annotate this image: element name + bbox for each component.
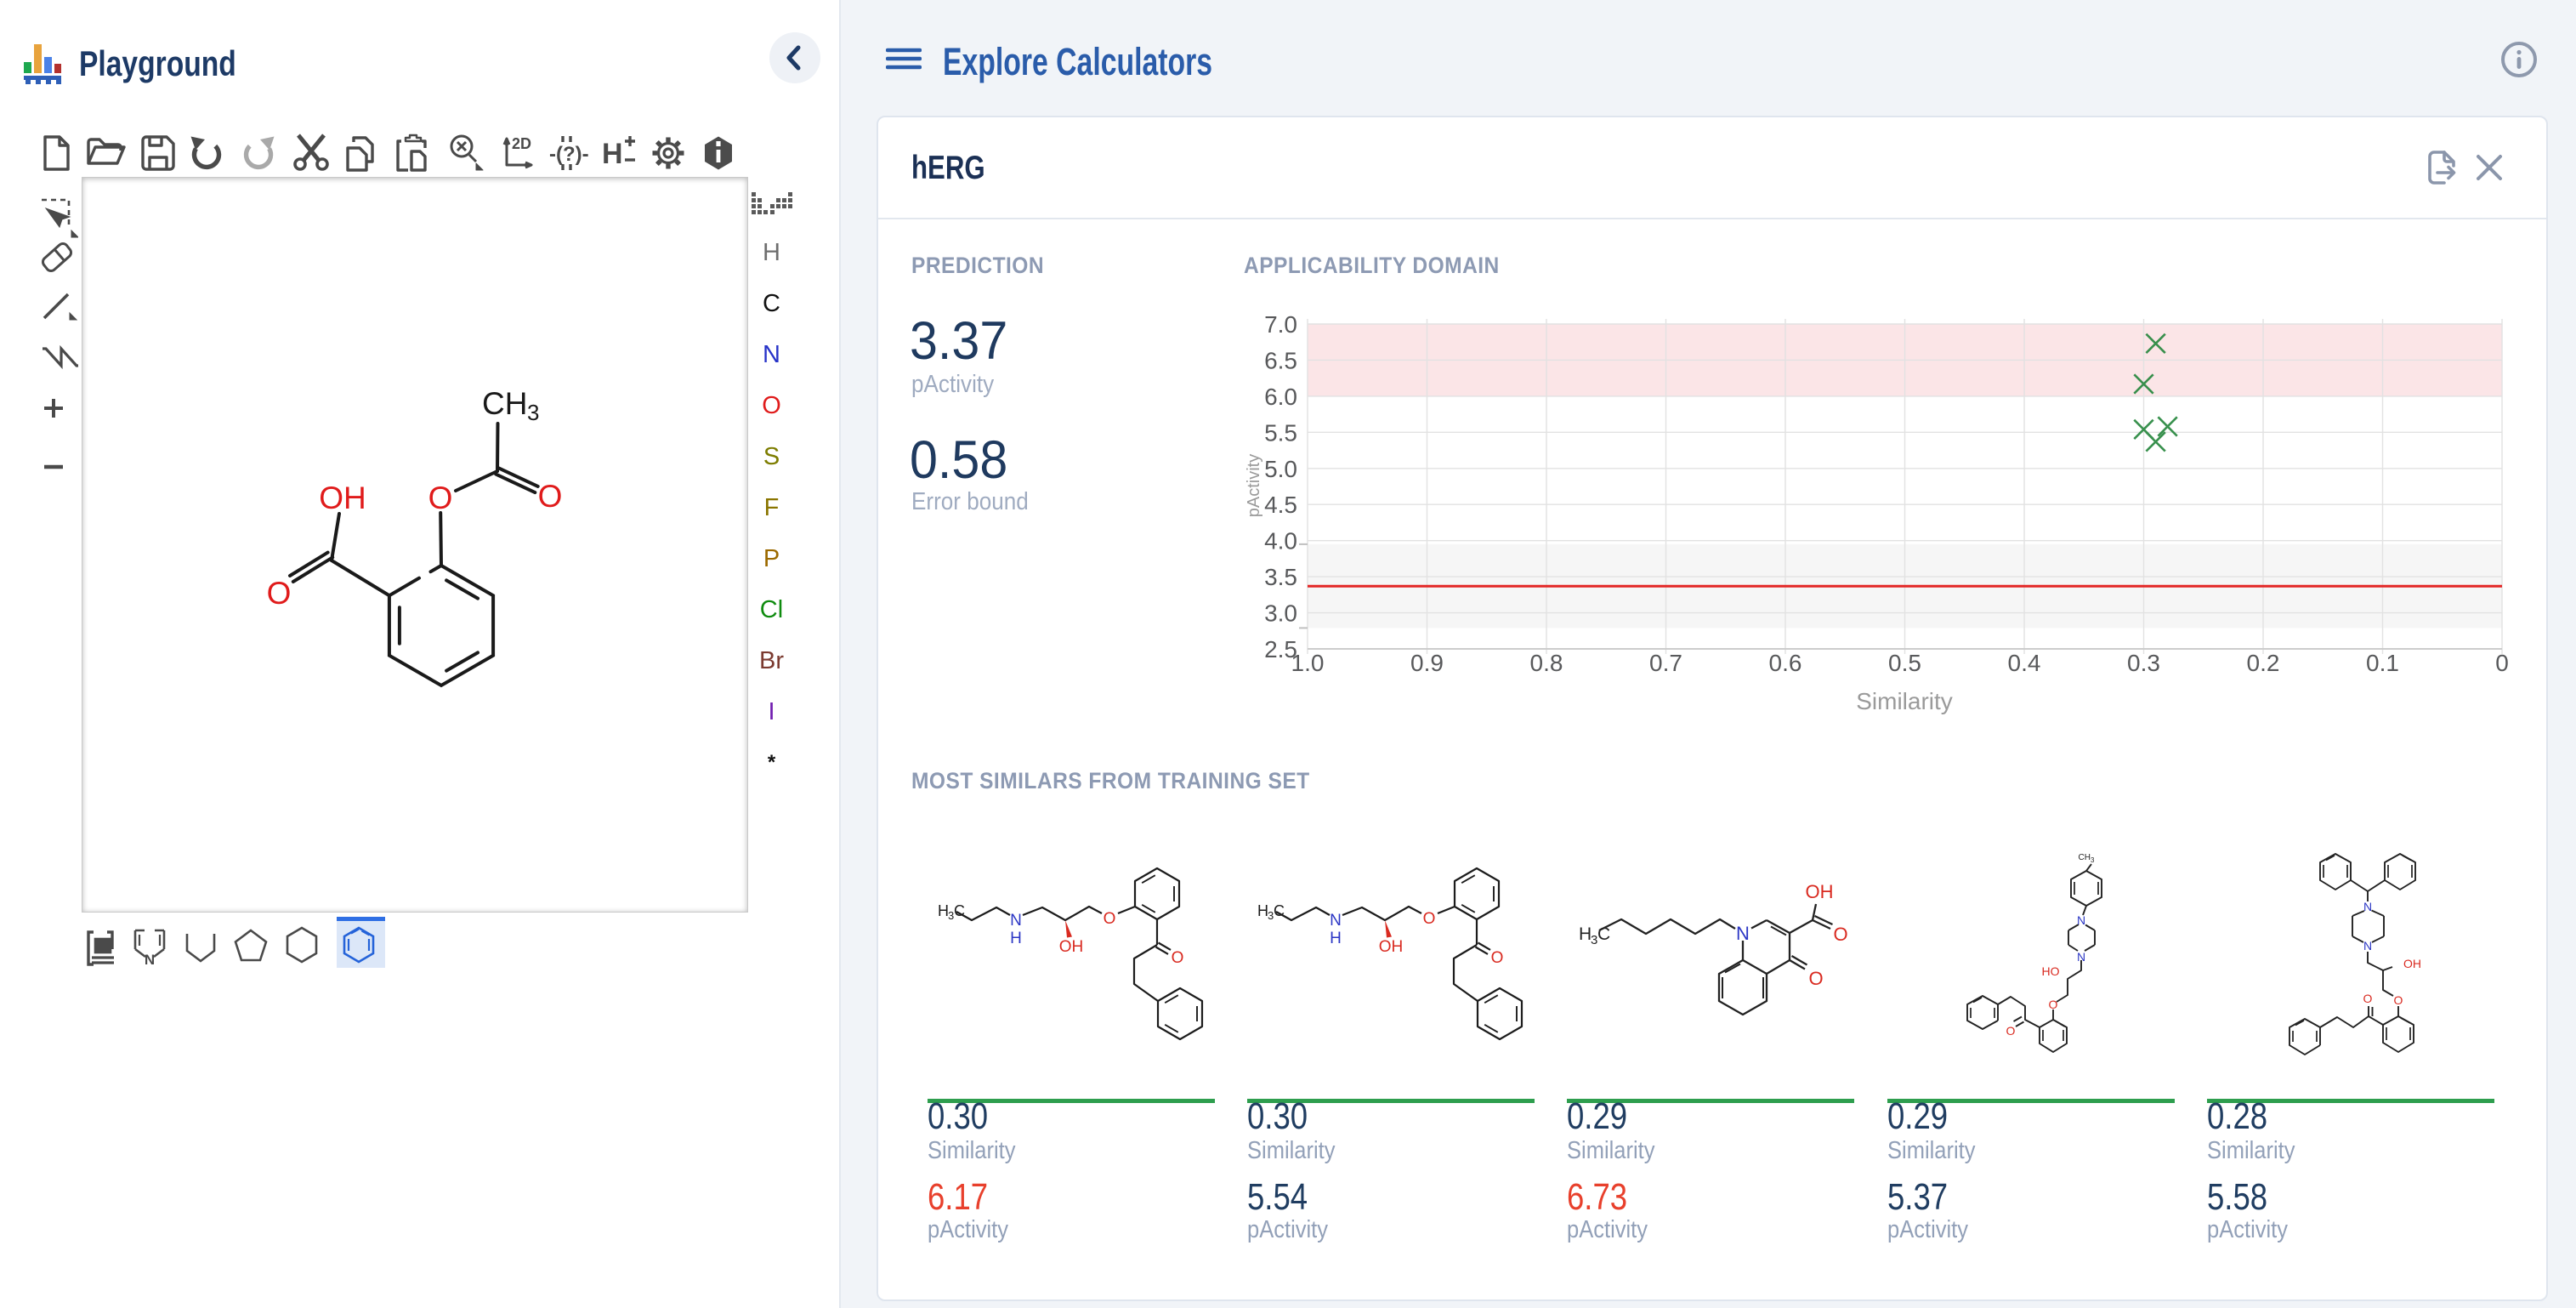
svg-text:pActivity: pActivity bbox=[1245, 454, 1263, 517]
svg-text:1.0: 1.0 bbox=[1291, 650, 1325, 676]
svg-text:N: N bbox=[2363, 900, 2372, 913]
svg-text:N: N bbox=[1736, 923, 1750, 944]
svg-text:N: N bbox=[145, 952, 155, 968]
svg-text:O: O bbox=[538, 479, 563, 514]
svg-text:Similarity: Similarity bbox=[1856, 688, 1953, 714]
svg-text:O: O bbox=[1808, 968, 1823, 989]
svg-text:OH: OH bbox=[319, 481, 366, 515]
svg-text:7.0: 7.0 bbox=[1264, 311, 1297, 338]
svg-text:3.0: 3.0 bbox=[1264, 600, 1297, 627]
svg-text:6.0: 6.0 bbox=[1264, 384, 1297, 410]
svg-text:CH3: CH3 bbox=[2079, 853, 2095, 864]
svg-text:0.8: 0.8 bbox=[1530, 650, 1563, 676]
svg-text:CH: CH bbox=[482, 386, 527, 421]
svg-text:5.0: 5.0 bbox=[1264, 456, 1297, 482]
svg-text:0.9: 0.9 bbox=[1410, 650, 1444, 676]
svg-text:3.5: 3.5 bbox=[1264, 564, 1297, 590]
svg-text:HO: HO bbox=[2042, 964, 2060, 978]
svg-text:0.2: 0.2 bbox=[2247, 650, 2280, 676]
svg-text:O: O bbox=[2363, 992, 2373, 1005]
svg-text:0.6: 0.6 bbox=[1769, 650, 1802, 676]
svg-text:6.5: 6.5 bbox=[1264, 347, 1297, 373]
svg-text:O: O bbox=[428, 481, 453, 515]
svg-text:O: O bbox=[2049, 998, 2058, 1011]
svg-text:0.4: 0.4 bbox=[2008, 650, 2041, 676]
svg-text:-(?)-: -(?)- bbox=[549, 143, 589, 166]
svg-text:N: N bbox=[2077, 950, 2085, 964]
svg-text:2D: 2D bbox=[512, 135, 531, 152]
svg-text:C: C bbox=[1597, 924, 1610, 944]
svg-text:0.7: 0.7 bbox=[1649, 650, 1682, 676]
svg-text:N: N bbox=[2363, 939, 2372, 953]
svg-text:OH: OH bbox=[1806, 881, 1834, 902]
svg-text:O: O bbox=[2006, 1024, 2016, 1038]
svg-text:O: O bbox=[1833, 924, 1847, 945]
svg-text:O: O bbox=[267, 576, 292, 611]
svg-text:OH: OH bbox=[2403, 957, 2421, 970]
svg-text:4.5: 4.5 bbox=[1264, 492, 1297, 518]
svg-text:N: N bbox=[2077, 913, 2085, 927]
svg-text:5.5: 5.5 bbox=[1264, 419, 1297, 446]
svg-text:0.3: 0.3 bbox=[2127, 650, 2160, 676]
svg-text:0.1: 0.1 bbox=[2366, 650, 2399, 676]
svg-text:3: 3 bbox=[527, 400, 539, 425]
svg-text:H: H bbox=[1579, 924, 1592, 944]
svg-text:H: H bbox=[602, 138, 623, 170]
svg-text:4.0: 4.0 bbox=[1264, 528, 1297, 554]
svg-text:O: O bbox=[2394, 993, 2403, 1007]
svg-text:0.5: 0.5 bbox=[1888, 650, 1921, 676]
svg-text:0: 0 bbox=[2495, 650, 2509, 676]
